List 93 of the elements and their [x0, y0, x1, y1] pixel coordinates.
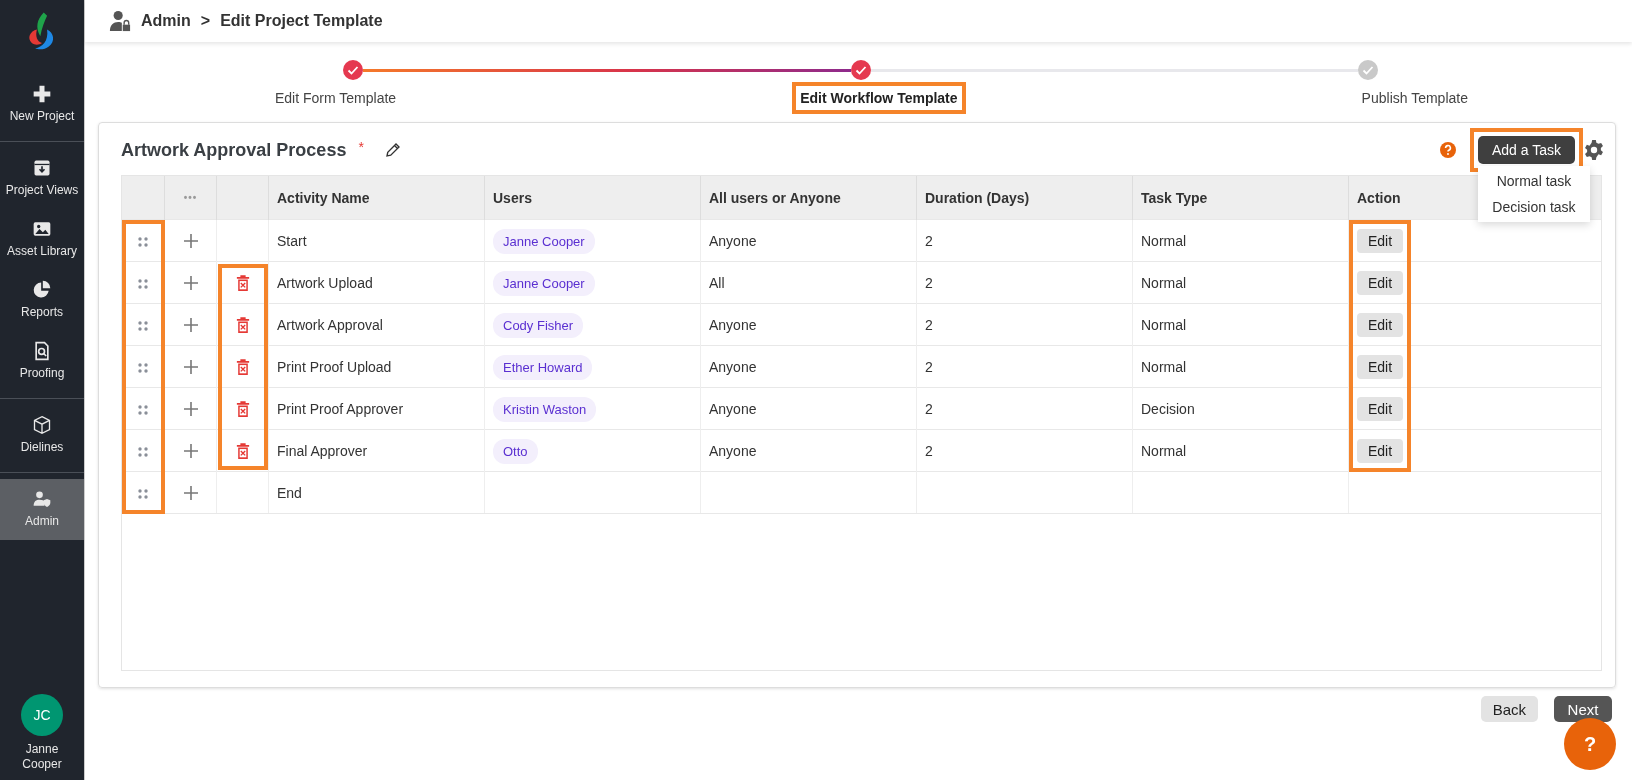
table-cell: 2	[925, 358, 933, 375]
edit-button[interactable]: Edit	[1357, 228, 1404, 253]
archive-icon	[32, 158, 52, 178]
process-title: Artwork Approval Process	[121, 139, 347, 161]
user-avatar[interactable]: JC	[21, 694, 63, 736]
user-name: Janne Cooper	[21, 742, 63, 772]
drag-handle-icon[interactable]	[138, 446, 148, 457]
image-icon	[32, 219, 52, 239]
column-header: Activity Name	[268, 176, 485, 220]
drag-handle-icon[interactable]	[138, 236, 148, 247]
column-header: Users	[484, 176, 701, 220]
table-cell: Normal	[1141, 316, 1187, 333]
plus-icon[interactable]	[182, 233, 199, 250]
table-cell: Final Approver	[277, 442, 368, 459]
table-cell: 2	[925, 232, 933, 249]
table-cell: All	[709, 274, 725, 291]
drag-handle-icon[interactable]	[138, 278, 148, 289]
user-chip: Kristin Waston	[493, 396, 597, 422]
table-cell: 2	[925, 316, 933, 333]
next-button[interactable]: Next	[1554, 696, 1612, 722]
nav-item[interactable]: Asset Library	[0, 209, 84, 270]
user-lock-icon	[109, 10, 131, 32]
table-cell: Normal	[1141, 274, 1187, 291]
settings-icon	[1583, 139, 1605, 161]
nav-item[interactable]: Project Views	[0, 148, 84, 209]
back-button[interactable]: Back	[1480, 696, 1538, 722]
pie-chart-icon	[32, 280, 52, 300]
table-cell: Anyone	[709, 232, 757, 249]
drag-handle-icon[interactable]	[138, 488, 148, 499]
menu-item[interactable]: Decision task	[1478, 194, 1590, 220]
plus-icon[interactable]	[182, 275, 199, 292]
pencil-icon	[383, 141, 402, 159]
drag-handle-icon[interactable]	[138, 362, 148, 373]
page-title: Edit Project Template	[220, 12, 383, 30]
table-cell: Anyone	[709, 358, 757, 375]
required-mark: *	[358, 139, 364, 155]
user-chip: Otto	[493, 438, 538, 464]
table-cell: Artwork Approval	[277, 316, 383, 333]
plus-icon	[32, 84, 52, 104]
table-cell: End	[277, 484, 302, 501]
step-label[interactable]: Edit Form Template	[275, 90, 397, 106]
table-cell: Anyone	[709, 442, 757, 459]
edit-button[interactable]: Edit	[1357, 354, 1404, 379]
trash-icon[interactable]	[235, 357, 250, 376]
column-header: All users or Anyone	[700, 176, 917, 220]
table-cell: Print Proof Upload	[277, 358, 392, 375]
table-cell: 2	[925, 274, 933, 291]
nav-item[interactable]: Dielines	[0, 405, 84, 466]
user-chip: Ether Howard	[493, 354, 593, 380]
table-cell: Normal	[1141, 232, 1187, 249]
trash-icon[interactable]	[235, 441, 250, 460]
table-cell: Decision	[1141, 400, 1195, 417]
step-label[interactable]: Publish Template	[1361, 90, 1468, 106]
trash-icon[interactable]	[235, 315, 250, 334]
trash-icon[interactable]	[235, 273, 250, 292]
nav-item[interactable]: Reports	[0, 270, 84, 331]
column-header: Duration (Days)	[916, 176, 1133, 220]
help-icon	[1440, 142, 1456, 158]
breadcrumb-link[interactable]: Admin	[141, 12, 191, 30]
user-chip: Janne Cooper	[493, 270, 595, 296]
column-header: Task Type	[1132, 176, 1349, 220]
edit-button[interactable]: Edit	[1357, 270, 1404, 295]
table-cell: Anyone	[709, 316, 757, 333]
table-cell: Anyone	[709, 400, 757, 417]
table-cell: 2	[925, 400, 933, 417]
edit-button[interactable]: Edit	[1357, 312, 1404, 337]
table-cell: 2	[925, 442, 933, 459]
trash-icon[interactable]	[235, 399, 250, 418]
nav-item[interactable]: New Project	[0, 74, 84, 135]
plus-icon[interactable]	[182, 485, 199, 502]
plus-icon[interactable]	[182, 359, 199, 376]
table-cell: Normal	[1141, 442, 1187, 459]
user-chip: Cody Fisher	[493, 312, 584, 338]
table-cell: Print Proof Approver	[277, 400, 404, 417]
document-search-icon	[32, 341, 52, 361]
plus-icon[interactable]	[182, 401, 199, 418]
plus-icon[interactable]	[182, 317, 199, 334]
user-chip: Janne Cooper	[493, 228, 595, 254]
plus-icon[interactable]	[182, 443, 199, 460]
step-label[interactable]: Edit Workflow Template	[800, 90, 958, 106]
user-shield-icon	[32, 489, 52, 509]
breadcrumb-separator: >	[200, 12, 211, 30]
box-icon	[32, 415, 52, 435]
drag-handle-icon[interactable]	[138, 320, 148, 331]
table-cell: Artwork Upload	[277, 274, 373, 291]
table-cell: Normal	[1141, 358, 1187, 375]
add-task-button[interactable]: Add a Task	[1478, 136, 1575, 164]
drag-handle-icon[interactable]	[138, 404, 148, 415]
edit-button[interactable]: Edit	[1357, 438, 1404, 463]
nav-item[interactable]: Admin	[0, 479, 84, 540]
edit-button[interactable]: Edit	[1357, 396, 1404, 421]
table-cell: Start	[277, 232, 307, 249]
nav-item[interactable]: Proofing	[0, 331, 84, 392]
